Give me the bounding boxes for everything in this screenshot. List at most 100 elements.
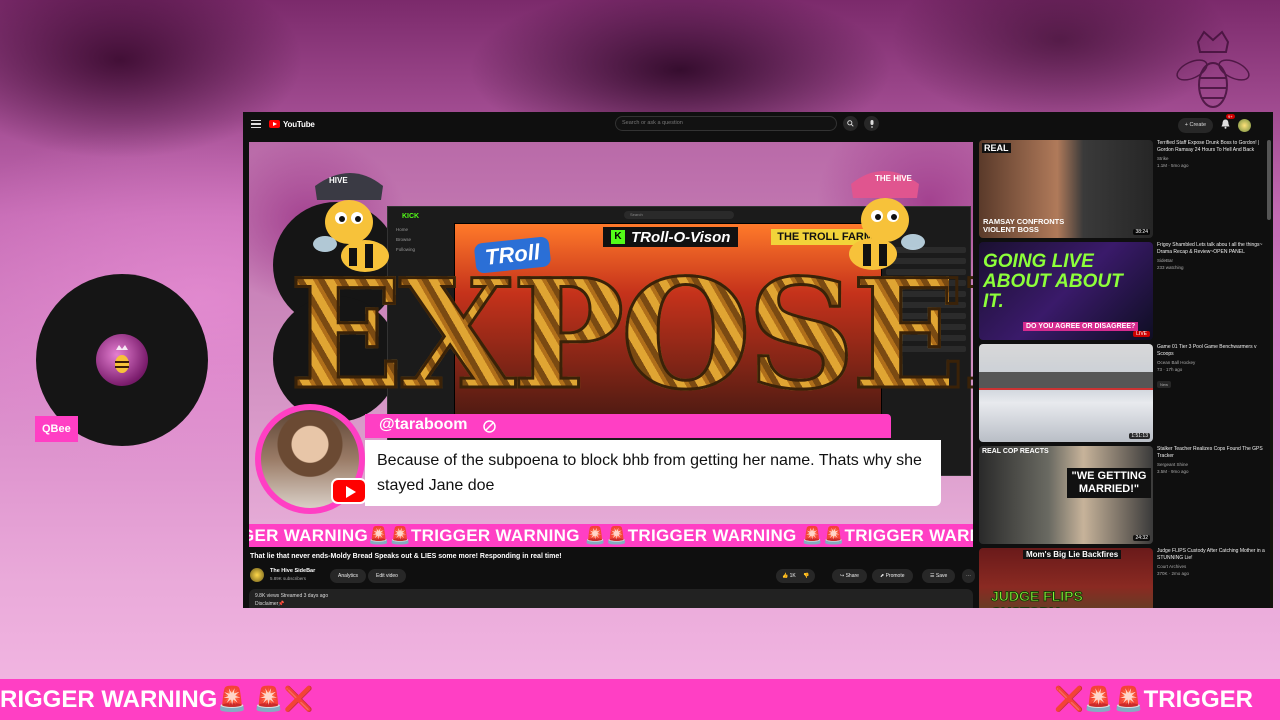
thumbnail-text: GOING LIVE ABOUT ABOUT IT.: [983, 251, 1123, 312]
search-input[interactable]: Search or ask a question: [615, 116, 837, 131]
recommendation-item[interactable]: Mom's Big Lie Backfires JUDGE FLIPS CUST…: [979, 548, 1269, 608]
thumbs-up-icon: 👍: [782, 573, 789, 579]
description-text: Disclaimer📌: [255, 601, 285, 607]
bee-hat-label: THE HIVE: [875, 174, 912, 183]
recommendation-item[interactable]: 1:51:13 Game 01 Tier 3 Pool Game Benchwa…: [979, 344, 1269, 445]
search-icon: [847, 120, 854, 127]
thumbs-down-icon: 👎: [803, 573, 810, 579]
recommendation-channel[interactable]: SideBar: [1157, 257, 1269, 264]
stream-title: TRoll-O-Vison: [631, 228, 731, 246]
edit-video-button[interactable]: Edit video: [368, 569, 406, 583]
marquee-text: GER WARNING🚨🚨TRIGGER WARNING 🚨🚨TRIGGER W…: [249, 526, 973, 545]
like-count: 1K: [789, 573, 796, 579]
kick-logo: KICK: [402, 213, 420, 220]
channel-name[interactable]: The Hive SideBar: [270, 568, 315, 574]
like-dislike-button[interactable]: 👍 1K 👎: [776, 569, 816, 583]
crown-bee-icon: [1176, 30, 1250, 108]
video-thumbnail[interactable]: REAL COP REACTS "WE GETTING MARRIED!" 24…: [979, 446, 1153, 544]
channel-subscribers: 5.89K subscribers: [270, 576, 307, 581]
channel-row: The Hive SideBar 5.89K subscribers Analy…: [250, 566, 975, 584]
chat-username: @taraboom: [379, 416, 468, 433]
account-avatar[interactable]: [1238, 118, 1251, 132]
save-label: Save: [935, 573, 948, 579]
recommendation-title[interactable]: Judge FLIPS Custody After Catching Mothe…: [1157, 548, 1269, 562]
recommendation-stats: 1.1M · 5mo ago: [1157, 163, 1189, 168]
stream-title-bar: K TRoll-O-Vison: [603, 227, 739, 247]
ticker-text-right: ❌🚨🚨TRIGGER: [1054, 686, 1253, 713]
thumbnail-subtext: Mom's Big Lie Backfires: [1023, 550, 1122, 559]
more-dots-icon: ⋯: [966, 573, 971, 579]
recommendation-meta: Frigoy Shambled Lets talk abou t all the…: [1157, 242, 1269, 271]
recommendation-channel[interactable]: Court Archives: [1157, 563, 1269, 570]
new-badge: New: [1157, 381, 1172, 388]
recommendation-meta: Stalker Teacher Realizes Cops Found The …: [1157, 446, 1269, 475]
recommendation-title[interactable]: Stalker Teacher Realizes Cops Found The …: [1157, 446, 1269, 460]
bee-mascot-icon: [313, 173, 389, 272]
chat-username-bar: @taraboom: [365, 414, 891, 438]
recommendation-item[interactable]: GOING LIVE ABOUT ABOUT IT. DO YOU AGREE …: [979, 242, 1269, 343]
microphone-icon: [870, 119, 873, 128]
video-duration: 24:32: [1133, 535, 1150, 541]
video-duration: 1:51:13: [1129, 433, 1150, 439]
chat-message-box: Because of the subpoena to block bhb fro…: [365, 440, 941, 506]
notifications-button[interactable]: 9+: [1221, 114, 1235, 134]
recommendation-title[interactable]: Game 01 Tier 3 Pool Game Benchwarmers v …: [1157, 344, 1269, 358]
search-bar: Search or ask a question: [615, 116, 879, 131]
video-thumbnail[interactable]: GOING LIVE ABOUT ABOUT IT. DO YOU AGREE …: [979, 242, 1153, 340]
video-thumbnail[interactable]: REAL RAMSAY CONFRONTS VIOLENT BOSS 38:24: [979, 140, 1153, 238]
recommendation-channel[interactable]: Ocean Ball Hockey: [1157, 359, 1269, 366]
recommendation-channel[interactable]: Sergeant Shine: [1157, 461, 1269, 468]
search-button[interactable]: [843, 116, 858, 131]
chat-highlight-card: @taraboom Because of the subpoena to blo…: [255, 404, 945, 514]
youtube-play-icon: [269, 120, 280, 128]
video-player[interactable]: KICK Search Home Browse Following TRoll …: [249, 142, 973, 547]
share-button[interactable]: ↪ Share: [832, 569, 867, 583]
video-duration: 38:24: [1133, 229, 1150, 235]
embedded-sidebar-item: Browse: [396, 237, 412, 242]
hamburger-menu-icon[interactable]: [251, 120, 261, 128]
recommendation-title[interactable]: Terrified Staff Expose Drunk Boss to Gor…: [1157, 140, 1269, 154]
thumbnail-subtext: DO YOU AGREE OR DISAGREE?: [1023, 322, 1139, 331]
kick-badge-icon: K: [611, 230, 625, 244]
voice-search-button[interactable]: [864, 116, 879, 131]
recommendation-item[interactable]: REAL RAMSAY CONFRONTS VIOLENT BOSS 38:24…: [979, 140, 1269, 241]
video-thumbnail[interactable]: 1:51:13: [979, 344, 1153, 442]
recommendation-title[interactable]: Frigoy Shambled Lets talk abou t all the…: [1157, 242, 1269, 256]
video-thumbnail[interactable]: Mom's Big Lie Backfires JUDGE FLIPS CUST…: [979, 548, 1153, 608]
recommendations-list: REAL RAMSAY CONFRONTS VIOLENT BOSS 38:24…: [979, 140, 1269, 608]
recommendation-stats: 370K · 2mo ago: [1157, 571, 1190, 576]
channel-avatar[interactable]: [250, 568, 264, 582]
recommendation-stats: 73 · 17h ago: [1157, 367, 1183, 372]
description-box[interactable]: 9.8K views Streamed 3 days ago Disclaime…: [249, 589, 973, 608]
sidebar-scrollbar[interactable]: [1267, 140, 1271, 220]
video-title: That lie that never ends-Moldy Bread Spe…: [250, 553, 562, 560]
analytics-button[interactable]: Analytics: [330, 569, 367, 583]
recommendation-stats: 3.5M · 9mo ago: [1157, 469, 1189, 474]
ticker-text-left: RIGGER WARNING🚨 🚨❌: [0, 686, 314, 713]
embedded-search-input: Search: [624, 211, 734, 219]
thumbnail-text: JUDGE FLIPS CUSTODY: [991, 588, 1084, 609]
crown-bee-icon: [115, 345, 129, 373]
recommendation-channel[interactable]: Strike: [1157, 155, 1269, 162]
more-actions-button[interactable]: ⋯: [962, 569, 975, 583]
recommendation-meta: Judge FLIPS Custody After Catching Mothe…: [1157, 548, 1269, 577]
topbar-actions: + Create 9+: [1177, 114, 1251, 134]
recommendation-meta: Terrified Staff Expose Drunk Boss to Gor…: [1157, 140, 1269, 169]
embedded-sidebar-item: Home: [396, 227, 409, 232]
recommendation-item[interactable]: REAL COP REACTS "WE GETTING MARRIED!" 24…: [979, 446, 1269, 547]
thumbnail-tag: REAL: [982, 143, 1011, 153]
youtube-logo[interactable]: YouTube: [269, 120, 315, 129]
live-badge: LIVE: [1133, 331, 1150, 337]
thumbnail-text: RAMSAY CONFRONTS VIOLENT BOSS: [983, 217, 1065, 234]
promote-button[interactable]: ⬈ Promote: [872, 569, 913, 583]
thumbnail-tag: REAL COP REACTS: [982, 448, 1049, 455]
save-button[interactable]: ☰ Save: [922, 569, 956, 583]
verified-circle-icon: [483, 420, 496, 433]
bee-hat-label: HIVE: [329, 176, 348, 185]
youtube-badge-icon: [331, 478, 367, 504]
promote-label: Promote: [885, 573, 905, 579]
youtube-window: YouTube Search or ask a question + Creat…: [243, 112, 1273, 608]
create-button[interactable]: + Create: [1177, 117, 1213, 133]
recommendation-meta: Game 01 Tier 3 Pool Game Benchwarmers v …: [1157, 344, 1269, 391]
video-stats: 9.8K views Streamed 3 days ago: [255, 593, 329, 599]
